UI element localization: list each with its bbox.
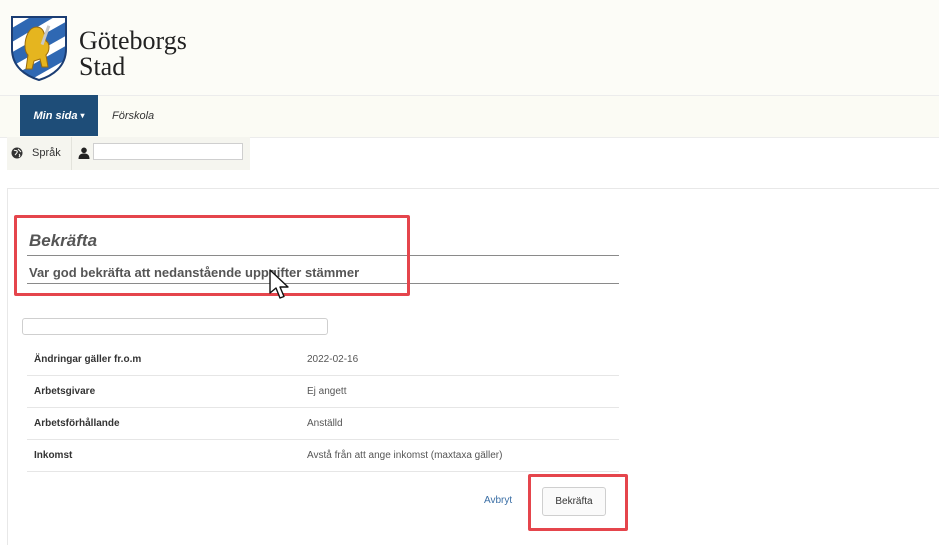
row-label: Arbetsförhållande: [27, 407, 300, 440]
tab-forskola-label: Förskola: [112, 109, 155, 122]
cancel-link[interactable]: Avbryt: [484, 495, 512, 506]
row-label: Arbetsgivare: [27, 375, 300, 408]
row-value: Ej angett: [300, 375, 619, 408]
tab-min-sida-label: Min sida: [33, 109, 78, 122]
row-value: 2022-02-16: [300, 344, 619, 376]
city-shield-lion-icon[interactable]: [10, 15, 68, 82]
user-input[interactable]: [93, 143, 243, 160]
row-label: Inkomst: [27, 439, 300, 472]
globe-icon[interactable]: [11, 146, 23, 159]
toolbar-divider: [71, 137, 72, 170]
mouse-cursor-icon: [268, 269, 292, 305]
logo-line-2: Stad: [79, 52, 126, 81]
highlight-box-confirm: [528, 474, 628, 531]
row-value: Anställd: [300, 407, 619, 440]
table-row: Ändringar gäller fr.o.m 2022-02-16: [27, 344, 619, 376]
table-row: Inkomst Avstå från att ange inkomst (max…: [27, 439, 619, 472]
user-icon: [78, 146, 90, 159]
table-row: Arbetsförhållande Anställd: [27, 407, 619, 440]
tab-min-sida[interactable]: Min sida ▾: [20, 95, 98, 136]
row-label: Ändringar gäller fr.o.m: [27, 344, 300, 376]
language-label[interactable]: Språk: [32, 147, 61, 159]
search-input[interactable]: [22, 318, 328, 335]
highlight-box-title: [14, 215, 410, 296]
table-row: Arbetsgivare Ej angett: [27, 375, 619, 408]
tab-forskola[interactable]: Förskola: [112, 95, 154, 136]
site-logo-text[interactable]: Göteborgs Stad: [79, 28, 187, 80]
details-table: Ändringar gäller fr.o.m 2022-02-16 Arbet…: [27, 344, 619, 472]
row-value: Avstå från att ange inkomst (maxtaxa gäl…: [300, 439, 619, 472]
chevron-down-icon: ▾: [80, 111, 85, 120]
logo-line-1: Göteborgs: [79, 26, 187, 55]
